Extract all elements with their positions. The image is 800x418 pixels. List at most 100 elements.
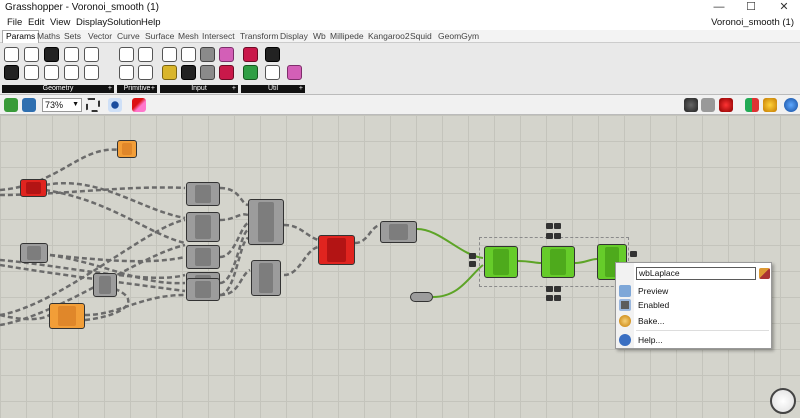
menu-item-preview[interactable]: Preview (616, 284, 773, 298)
preview-wireframe-icon[interactable] (684, 98, 698, 112)
red-param-component[interactable] (20, 179, 47, 197)
menu-item-bake[interactable]: Bake... (616, 314, 773, 328)
grey-component-col-3[interactable] (186, 245, 220, 269)
menu-item-help[interactable]: Help... (616, 333, 773, 347)
grip-handle[interactable] (554, 286, 561, 292)
grip-handle[interactable] (630, 251, 637, 257)
data-dam-icon[interactable] (265, 47, 280, 62)
tab-surface[interactable]: Surface (145, 31, 174, 41)
navigation-wheel-icon[interactable] (770, 388, 796, 414)
tab-params[interactable]: Params (2, 30, 40, 43)
param-integer-icon[interactable] (138, 47, 153, 62)
param-curve-icon[interactable] (84, 47, 99, 62)
value-list-icon[interactable] (200, 47, 215, 62)
param-mesh-icon[interactable] (24, 65, 39, 80)
param-text-icon[interactable] (138, 65, 153, 80)
param-number-icon[interactable] (119, 65, 134, 80)
param-geometry-icon[interactable] (4, 47, 19, 62)
expand-util-icon[interactable]: + (299, 85, 303, 93)
grey-component-col-2[interactable] (186, 212, 220, 242)
grip-handle[interactable] (546, 233, 553, 239)
menu-view[interactable]: View (50, 17, 70, 28)
tab-display[interactable]: Display (280, 31, 308, 41)
sphere-preview-icon[interactable] (784, 98, 798, 112)
save-file-icon[interactable] (22, 98, 36, 112)
preview-shaded-icon[interactable] (701, 98, 715, 112)
grey-component-col-1[interactable] (186, 182, 220, 206)
open-file-icon[interactable] (4, 98, 18, 112)
tab-transform[interactable]: Transform (240, 31, 278, 41)
gradient-icon[interactable] (162, 65, 177, 80)
minimize-button[interactable]: — (705, 0, 733, 15)
param-circle-icon[interactable] (24, 47, 39, 62)
tab-sets[interactable]: Sets (64, 31, 81, 41)
tab-wb[interactable]: Wb (313, 31, 326, 41)
component-name-input[interactable]: wbLaplace (636, 267, 756, 280)
document-preview-icon[interactable] (763, 98, 777, 112)
expand-input-icon[interactable]: + (232, 85, 236, 93)
red-central-component[interactable] (318, 235, 355, 265)
maximize-button[interactable]: ☐ (737, 0, 765, 15)
tab-vector[interactable]: Vector (88, 31, 112, 41)
knob-icon[interactable] (181, 65, 196, 80)
grey-component-mid[interactable] (93, 273, 117, 297)
param-brep-icon[interactable] (64, 47, 79, 62)
menu-item-enabled[interactable]: Enabled (616, 298, 773, 312)
sketch-pen-icon[interactable] (132, 98, 146, 112)
tab-intersect[interactable]: Intersect (202, 31, 235, 41)
preview-mesh-quality-icon[interactable] (745, 98, 759, 112)
param-point-icon[interactable] (44, 65, 59, 80)
fitness-icon[interactable] (243, 65, 258, 80)
orange-panel-component[interactable] (117, 140, 137, 158)
tab-maths[interactable]: Maths (37, 31, 60, 41)
menu-help[interactable]: Help (141, 17, 161, 28)
grip-handle[interactable] (469, 253, 476, 259)
panel-icon[interactable] (200, 65, 215, 80)
grip-handle[interactable] (546, 223, 553, 229)
grey-component-right[interactable] (380, 221, 417, 243)
name-edit-icon[interactable] (759, 268, 770, 279)
tab-millipede[interactable]: Millipede (330, 31, 364, 41)
flask-icon[interactable] (287, 65, 302, 80)
green-component-1[interactable] (484, 246, 518, 278)
grey-component-small[interactable] (251, 260, 281, 296)
menu-solution[interactable]: Solution (107, 17, 141, 28)
tab-curve[interactable]: Curve (117, 31, 140, 41)
menu-edit[interactable]: Edit (28, 17, 44, 28)
cherry-picker-icon[interactable] (243, 47, 258, 62)
close-button[interactable]: ✕ (770, 0, 798, 15)
grip-handle[interactable] (546, 295, 553, 301)
number-slider-icon[interactable] (219, 65, 234, 80)
orange-component-bottom[interactable] (49, 303, 85, 329)
param-plane-icon[interactable] (64, 65, 79, 80)
grip-handle[interactable] (546, 286, 553, 292)
zoom-extents-icon[interactable] (86, 98, 100, 112)
preview-eye-icon[interactable] (108, 98, 122, 112)
grey-component-left[interactable] (20, 243, 48, 263)
button-icon[interactable] (181, 47, 196, 62)
green-component-2[interactable] (541, 246, 575, 278)
tab-kangaroo2[interactable]: Kangaroo2 (368, 31, 410, 41)
grip-handle[interactable] (554, 233, 561, 239)
grey-component-list[interactable] (248, 199, 284, 245)
menu-file[interactable]: File (7, 17, 22, 28)
jump-icon[interactable] (265, 65, 280, 80)
number-param-component[interactable] (410, 292, 433, 302)
grey-component-col-5[interactable] (186, 278, 220, 301)
expand-geometry-icon[interactable]: + (108, 85, 112, 93)
grip-handle[interactable] (554, 223, 561, 229)
tab-mesh[interactable]: Mesh (178, 31, 199, 41)
param-surface-icon[interactable] (84, 65, 99, 80)
boolean-toggle-icon[interactable] (162, 47, 177, 62)
tab-squid[interactable]: Squid (410, 31, 432, 41)
tab-geomgym[interactable]: GeomGym (438, 31, 479, 41)
param-box-icon[interactable] (44, 47, 59, 62)
colour-swatch-icon[interactable] (219, 47, 234, 62)
grip-handle[interactable] (469, 261, 476, 267)
menu-display[interactable]: Display (76, 17, 107, 28)
param-line-icon[interactable] (4, 65, 19, 80)
preview-selected-icon[interactable] (719, 98, 733, 112)
zoom-select[interactable]: 73% ▼ (42, 98, 82, 112)
param-boolean-icon[interactable] (119, 47, 134, 62)
expand-primitive-icon[interactable]: + (151, 85, 155, 93)
